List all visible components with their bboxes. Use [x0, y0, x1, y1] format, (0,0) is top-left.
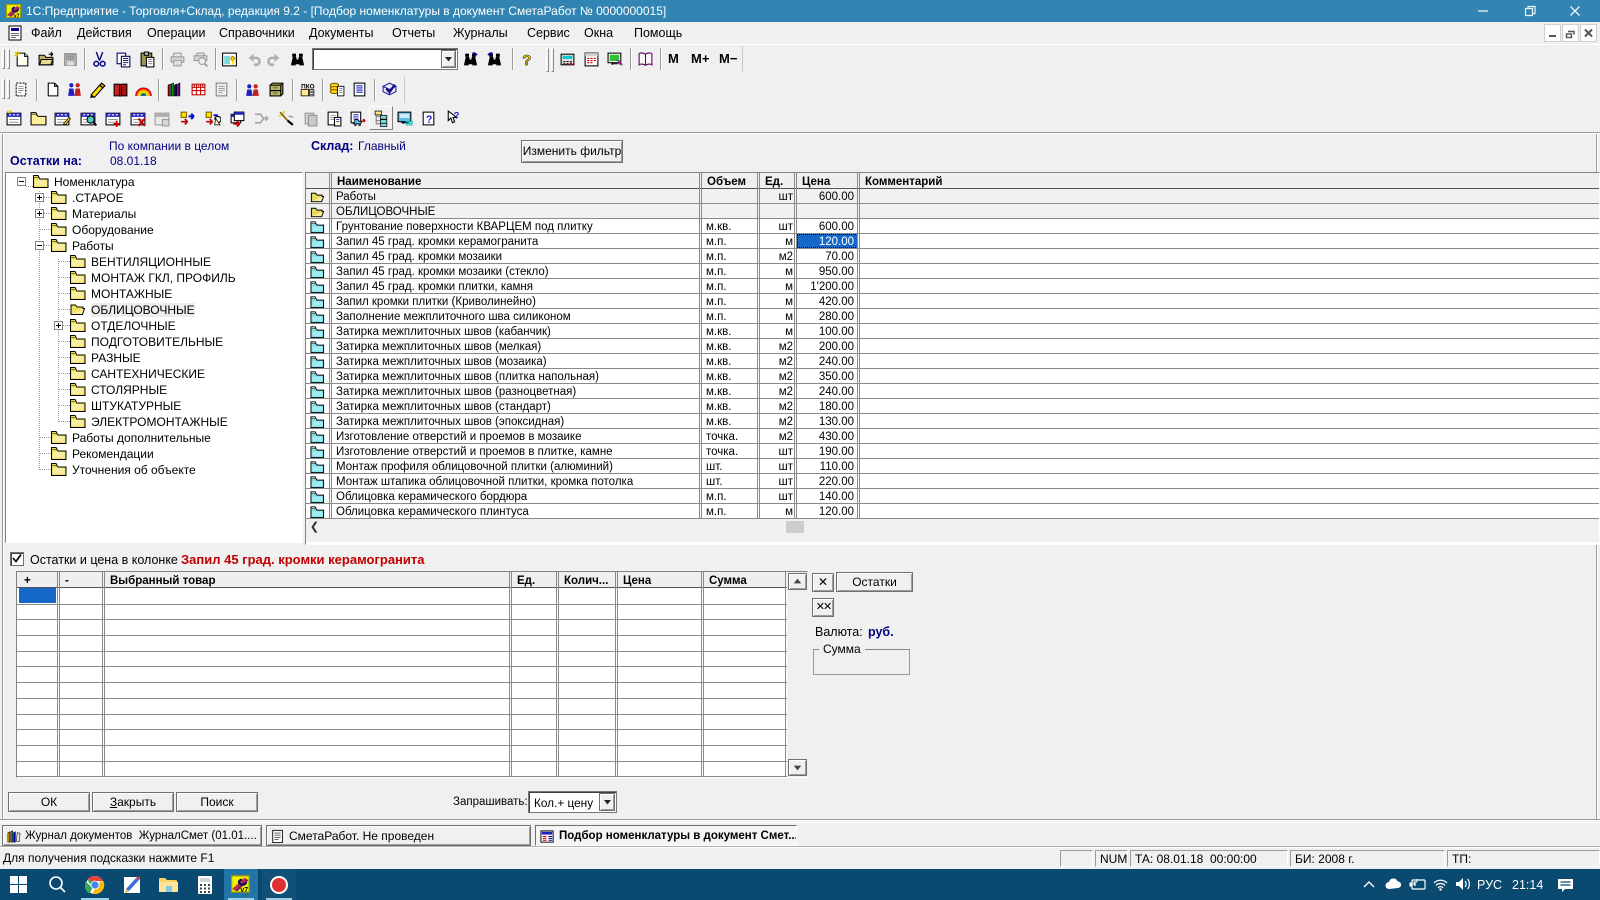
svg-text:v7: v7	[240, 887, 248, 894]
svg-text:?: ?	[454, 111, 460, 122]
svg-text:v7: v7	[14, 14, 20, 20]
svg-text:?: ?	[426, 114, 432, 126]
svg-text:?: ?	[522, 53, 531, 68]
